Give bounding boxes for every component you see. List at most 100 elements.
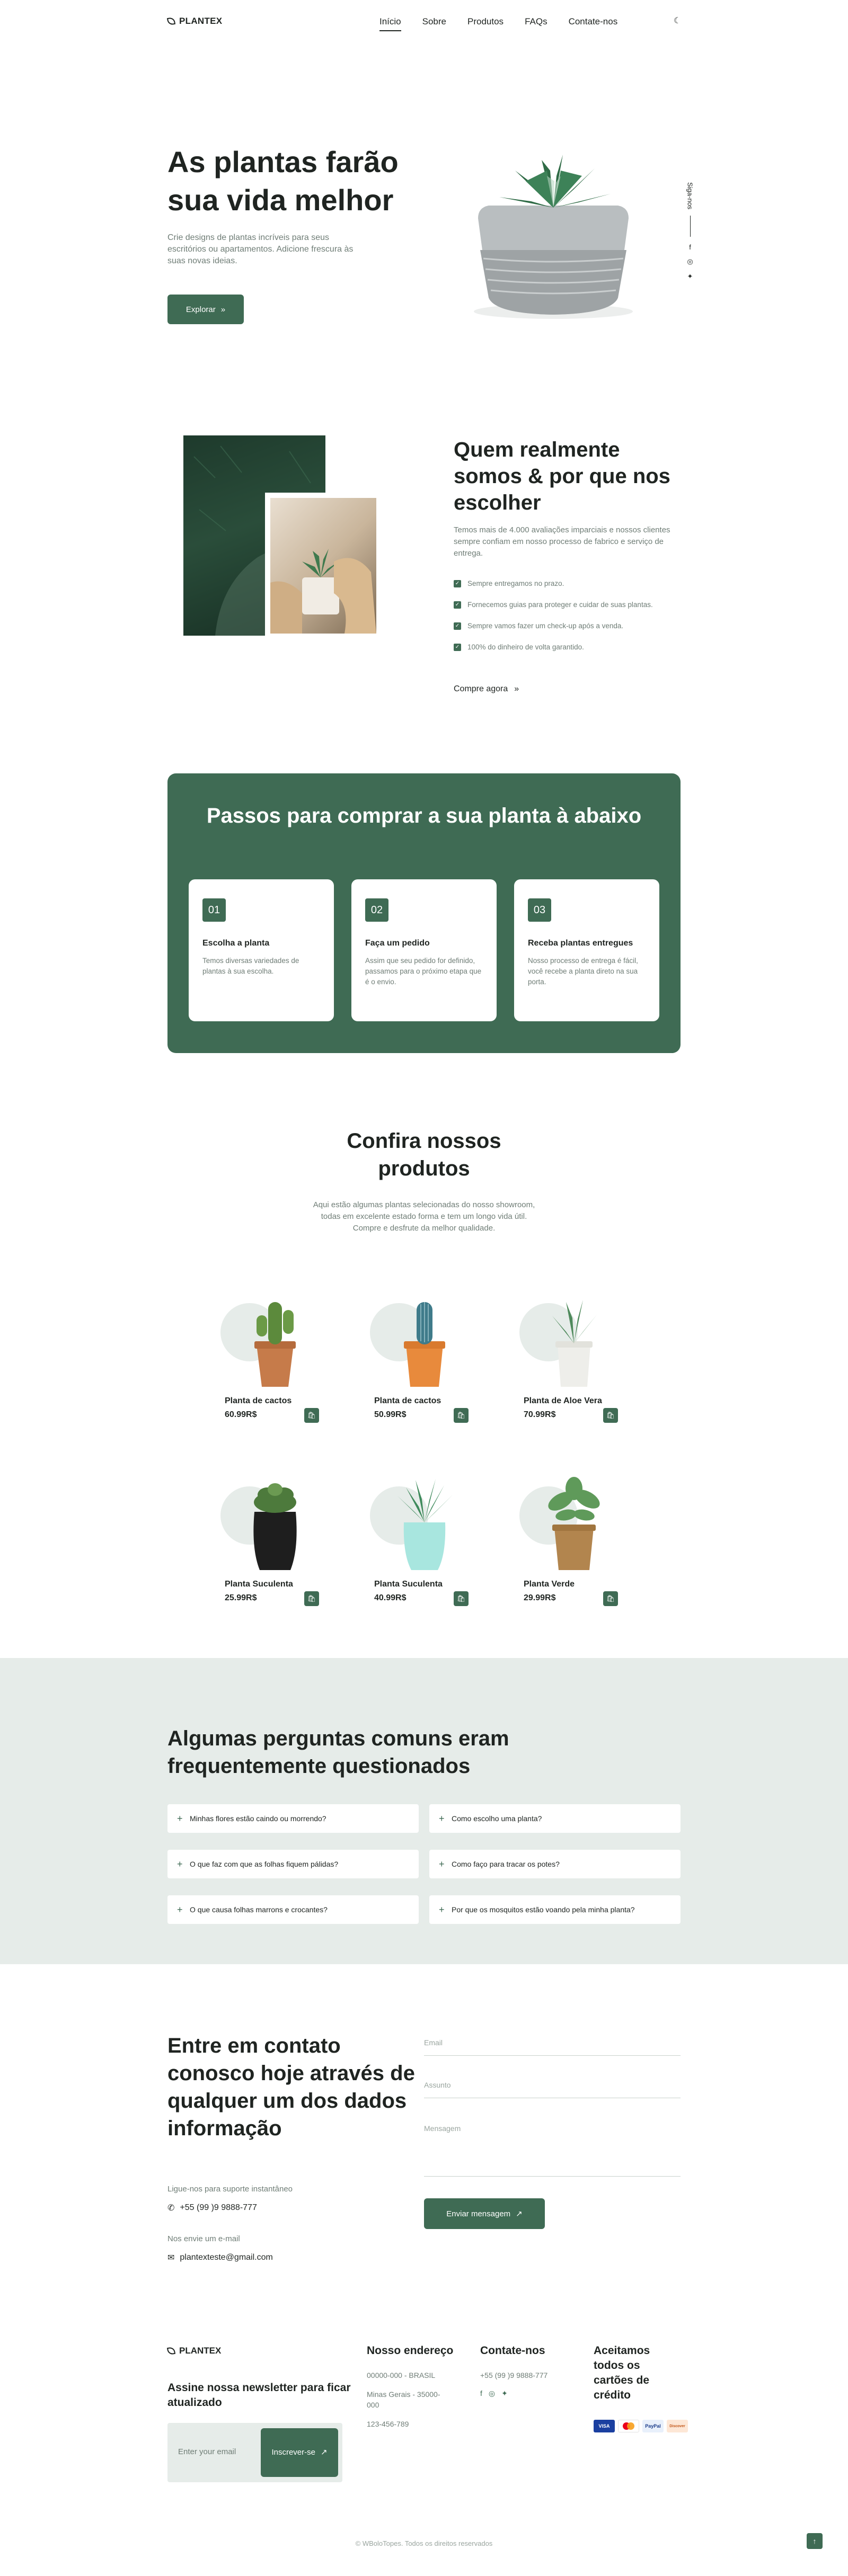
step-text: Nosso processo de entrega é fácil, você … — [528, 957, 638, 986]
send-message-button[interactable]: Enviar mensagem ↗ — [424, 2198, 545, 2229]
subscribe-button[interactable]: Inscrever-se ↗ — [261, 2428, 338, 2477]
faq-section — [0, 1658, 848, 1964]
step-card: 02 Faça um pedido Assim que seu pedido f… — [351, 879, 497, 1021]
product-card[interactable]: Planta de cactos 60.99R$ 🛍 — [219, 1282, 325, 1441]
product-name: Planta Verde — [524, 1580, 575, 1589]
newsletter-title: Assine nossa newsletter para ficar atual… — [167, 2382, 351, 2409]
faq-title: Algumas perguntas comuns eram frequentem… — [167, 1727, 509, 1778]
arrow-up-icon[interactable]: ↑ — [807, 2533, 823, 2549]
cart-icon[interactable]: 🛍 — [304, 1591, 319, 1606]
step-title: Faça um pedido — [365, 939, 430, 948]
header: PLANTEX Início Sobre Produtos FAQs Conta… — [0, 0, 848, 42]
step-number: 03 — [528, 898, 551, 922]
product-name: Planta de Aloe Vera — [524, 1396, 602, 1405]
cart-icon[interactable]: 🛍 — [603, 1591, 618, 1606]
arrow-up-right-icon: ↗ — [320, 2448, 328, 2457]
address-title: Nosso endereço — [367, 2345, 454, 2357]
product-card[interactable]: Planta Suculenta 40.99R$ 🛍 — [369, 1465, 475, 1624]
product-price: 25.99R$ — [225, 1593, 257, 1602]
plus-icon: + — [439, 1858, 445, 1869]
email-label: Nos envie um e-mail — [167, 2234, 240, 2243]
nav-sobre[interactable]: Sobre — [422, 16, 446, 27]
nav-inicio[interactable]: Início — [379, 16, 401, 31]
newsletter-email-input[interactable]: Enter your email — [178, 2447, 236, 2456]
message-field[interactable]: Mensagem — [424, 2124, 461, 2133]
step-number: 01 — [202, 898, 226, 922]
brand-name: PLANTEX — [179, 16, 223, 26]
product-card[interactable]: Planta Suculenta 25.99R$ 🛍 — [219, 1465, 325, 1624]
check-icon: ✓ — [454, 601, 461, 609]
arrow-right-icon: » — [220, 305, 226, 314]
phone-line[interactable]: ✆ +55 (99 )9 9888-777 — [167, 2203, 257, 2213]
hero-description: Crie designs de plantas incríveis para s… — [167, 233, 354, 265]
steps-title: Passos para comprar a sua planta à abaix… — [206, 804, 642, 827]
step-text: Temos diversas variedades de plantas à s… — [202, 957, 299, 975]
product-name: Planta Suculenta — [225, 1580, 293, 1589]
product-card[interactable]: Planta Verde 29.99R$ 🛍 — [518, 1465, 624, 1624]
email-line[interactable]: ✉ plantexteste@gmail.com — [167, 2252, 273, 2263]
step-card: 03 Receba plantas entregues Nosso proces… — [514, 879, 659, 1021]
email-field[interactable]: Email — [424, 2038, 443, 2047]
plus-icon: + — [177, 1813, 183, 1824]
field-underline — [424, 2176, 681, 2177]
moon-icon[interactable]: ☾ — [672, 16, 683, 26]
phone-icon: ✆ — [167, 2204, 175, 2213]
footer-phone: +55 (99 )9 9888-777 — [480, 2371, 548, 2379]
product-card[interactable]: Planta de Aloe Vera 70.99R$ 🛍 — [518, 1282, 624, 1441]
step-number: 02 — [365, 898, 388, 922]
check-icon: ✓ — [454, 644, 461, 651]
instagram-icon[interactable]: ◎ — [687, 257, 693, 266]
shop-now-link[interactable]: Compre agora » — [454, 684, 519, 694]
faq-item[interactable]: + Como escolho uma planta? — [429, 1804, 681, 1833]
footer-logo[interactable]: PLANTEX — [166, 2346, 221, 2356]
contact-title: Entre em contato conosco hoje através de… — [167, 2034, 415, 2140]
twitter-icon[interactable]: ✦ — [687, 272, 693, 281]
contact-col-title: Contate-nos — [480, 2345, 545, 2357]
nav-faqs[interactable]: FAQs — [525, 16, 547, 27]
cart-icon[interactable]: 🛍 — [454, 1408, 469, 1423]
plus-icon: + — [177, 1858, 183, 1869]
twitter-icon[interactable]: ✦ — [501, 2388, 508, 2399]
nav-produtos[interactable]: Produtos — [467, 16, 504, 27]
cart-icon[interactable]: 🛍 — [454, 1591, 469, 1606]
explore-button[interactable]: Explorar » — [167, 295, 244, 324]
product-card[interactable]: Planta de cactos 50.99R$ 🛍 — [369, 1282, 475, 1441]
list-item: ✓ Fornecemos guias para proteger e cuidar… — [454, 600, 660, 610]
products-title: Confira nossos produtos — [347, 1129, 501, 1180]
follow-label: Siga-nos — [686, 182, 694, 210]
faq-item[interactable]: + Minhas flores estão caindo ou morrendo? — [167, 1804, 419, 1833]
product-price: 40.99R$ — [374, 1593, 407, 1602]
facebook-icon[interactable]: f — [480, 2388, 482, 2399]
faq-item[interactable]: + O que faz com que as folhas fiquem páli… — [167, 1850, 419, 1878]
subject-field[interactable]: Assunto — [424, 2081, 451, 2089]
cart-icon[interactable]: 🛍 — [603, 1408, 618, 1423]
check-icon: ✓ — [454, 622, 461, 630]
faq-item[interactable]: + Como faço para tracar os potes? — [429, 1850, 681, 1878]
main-nav: Início Sobre Produtos FAQs Contate-nos — [379, 16, 618, 31]
email-address: plantexteste@gmail.com — [180, 2253, 273, 2262]
product-price: 50.99R$ — [374, 1410, 407, 1419]
paypal-card-icon: PayPal — [642, 2420, 664, 2432]
product-name: Planta Suculenta — [374, 1580, 443, 1589]
leaf-icon — [166, 2346, 176, 2356]
cart-icon[interactable]: 🛍 — [304, 1408, 319, 1423]
about-image-hands — [265, 493, 382, 639]
copyright: © WBoloTopes. Todos os direitos reservad… — [355, 2539, 493, 2547]
green-plant-image — [548, 1477, 600, 1570]
product-name: Planta de cactos — [374, 1396, 441, 1405]
address-line: Minas Gerais - 35000-000 — [367, 2390, 440, 2409]
field-underline — [424, 2055, 681, 2056]
phone-number: +55 (99 )9 9888-777 — [180, 2203, 257, 2212]
facebook-icon[interactable]: f — [689, 243, 691, 251]
nav-contato[interactable]: Contate-nos — [569, 16, 618, 27]
about-title: Quem realmente somos & por que nos escol… — [454, 438, 670, 514]
faq-item[interactable]: + Por que os mosquitos estão voando pela … — [429, 1895, 681, 1924]
instagram-icon[interactable]: ◎ — [489, 2388, 495, 2399]
address-line: 00000-000 - BRASIL — [367, 2371, 436, 2379]
faq-item[interactable]: + O que causa folhas marrons e crocantes? — [167, 1895, 419, 1924]
list-item: ✓ Sempre entregamos no prazo. — [454, 578, 660, 589]
step-title: Receba plantas entregues — [528, 939, 633, 948]
cactus-plant-image — [404, 1302, 445, 1387]
newsletter-form: Enter your email Inscrever-se ↗ — [167, 2423, 342, 2482]
brand-logo[interactable]: PLANTEX — [166, 16, 223, 26]
